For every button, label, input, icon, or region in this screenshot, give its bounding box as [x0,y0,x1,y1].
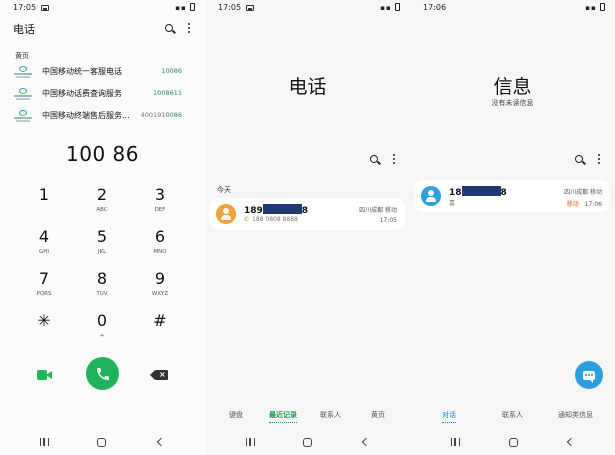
number-location: 四川成都 移动 [564,189,602,196]
outgoing-call-icon: ✆ [244,216,250,223]
avatar [421,186,441,206]
yellow-page-name: 中国移动统一客服电话 [42,67,122,76]
system-nav-bar [205,436,410,450]
more-options-icon[interactable] [592,152,606,166]
battery-icon [190,3,195,11]
home-icon[interactable] [509,438,518,447]
yellow-pages-label: 黄页 [15,52,29,60]
yellow-page-number: 10086 [161,67,182,75]
dial-key-1[interactable]: 1 [24,186,64,222]
status-icons: ▪▪ [175,3,195,12]
yellow-page-item[interactable]: 中国移动话费查询服务 1008611 [14,86,182,104]
backspace-icon[interactable]: × [150,370,168,380]
china-mobile-logo-icon [14,110,32,122]
call-time: 17:05 [379,217,397,224]
battery-icon [395,3,400,11]
dial-key-7[interactable]: 7 PQRS [24,270,64,306]
contact-name: 18 8 [449,186,507,198]
back-icon[interactable] [566,437,576,447]
recent-apps-icon[interactable] [40,438,49,446]
video-call-icon[interactable] [37,369,53,381]
page-title: 电话 [288,76,327,98]
avatar [216,204,236,224]
status-icons: ▪▪ [380,3,400,12]
home-icon[interactable] [97,438,106,447]
dial-key-5[interactable]: 5 JKL [82,228,122,264]
call-number-line: ✆ 188 0808 8888 [244,216,298,223]
message-preview: 嘉 [449,200,456,207]
back-icon[interactable] [361,437,371,447]
tab-keypad[interactable]: 键盘 [229,410,243,420]
status-time: 17:05 [218,3,242,12]
home-icon[interactable] [303,438,312,447]
recents-screen: 17:05 ▪▪ 电话 今天 189 8 ✆ 188 0808 8888 四川成都 … [205,0,410,455]
tab-contacts[interactable]: 联系人 [502,410,523,420]
bottom-tabs: 键盘 最近记录 联系人 黄页 [205,410,410,424]
dial-key-8[interactable]: 8 TUV [82,270,122,306]
dial-key-3[interactable]: 3 DEF [140,186,180,222]
tab-contacts[interactable]: 联系人 [320,410,341,420]
yellow-page-name: 中国移动终端售后服务... [42,111,130,120]
dial-key-star[interactable]: ✳ [24,312,64,348]
more-options-icon[interactable] [387,152,401,166]
yellow-page-number: 1008611 [153,89,182,97]
dialed-number-display: 100 86 [66,142,139,166]
status-bar: 17:05 ▪▪ [218,3,400,15]
dial-key-2[interactable]: 2 ABC [82,186,122,222]
screens-root: 17:05 ▪▪ 电话 黄页 中国移动统一客服电话 10086 中国移动话费查询… [0,0,615,455]
china-mobile-logo-icon [14,88,32,100]
search-icon[interactable] [572,152,586,166]
number-location: 四川成都 移动 [359,207,397,214]
unread-status: 没有未读信息 [491,99,534,107]
compose-message-button[interactable] [575,361,603,389]
tab-notifications[interactable]: 通知类信息 [558,410,593,420]
system-nav-bar [410,436,615,450]
dial-key-9[interactable]: 9 WXYZ [140,270,180,306]
status-bar: 17:05 ▪▪ [13,3,195,15]
dial-key-6[interactable]: 6 MNO [140,228,180,264]
conversation-item[interactable]: 18 8 嘉 四川成都 移动 移动 17:06 [414,180,610,212]
messages-screen: 17:06 ▪▪ 信息 没有未读信息 18 8 嘉 四川成都 移动 移动 17:06… [410,0,615,455]
search-icon[interactable] [367,152,381,166]
dialer-screen: 17:05 ▪▪ 电话 黄页 中国移动统一客服电话 10086 中国移动话费查询… [0,0,205,455]
status-bar: 17:06 ▪▪ [423,3,605,15]
status-icons: ▪▪ [585,3,605,12]
system-nav-bar [0,436,205,450]
yellow-page-name: 中国移动话费查询服务 [42,89,122,98]
recent-apps-icon[interactable] [451,438,460,446]
redaction-block [262,204,302,214]
redaction-block [461,186,501,196]
call-button[interactable] [86,357,119,390]
back-icon[interactable] [156,437,166,447]
battery-icon [600,3,605,11]
bottom-tabs: 对话 联系人 通知类信息 [410,410,615,424]
contact-name: 189 8 [244,204,309,216]
phone-icon [96,367,109,380]
recent-apps-icon[interactable] [246,438,255,446]
section-header-today: 今天 [217,186,231,194]
status-time: 17:05 [13,3,37,12]
dial-key-hash[interactable]: # [140,312,180,348]
tab-conversations[interactable]: 对话 [442,410,456,423]
tab-recents[interactable]: 最近记录 [269,410,297,423]
yellow-page-item[interactable]: 中国移动统一客服电话 10086 [14,64,182,82]
message-meta: 移动 17:06 [567,199,602,208]
call-log-item[interactable]: 189 8 ✆ 188 0808 8888 四川成都 移动 17:05 [209,198,405,230]
picture-notification-icon [41,5,49,11]
china-mobile-logo-icon [14,66,32,78]
message-time: 17:06 [584,201,602,208]
carrier-tag: 移动 [566,201,579,208]
yellow-page-item[interactable]: 中国移动终端售后服务... 4001910086 [14,108,182,126]
page-title: 信息 [493,76,532,98]
tab-yellow-pages[interactable]: 黄页 [371,410,385,420]
more-options-icon[interactable] [182,21,196,35]
dial-key-0[interactable]: 0 + [82,312,122,348]
yellow-page-number: 4001910086 [140,111,182,119]
page-title: 电话 [13,23,35,36]
status-time: 17:06 [423,3,447,12]
picture-notification-icon [246,5,254,11]
dial-key-4[interactable]: 4 GHI [24,228,64,264]
search-icon[interactable] [162,21,176,35]
